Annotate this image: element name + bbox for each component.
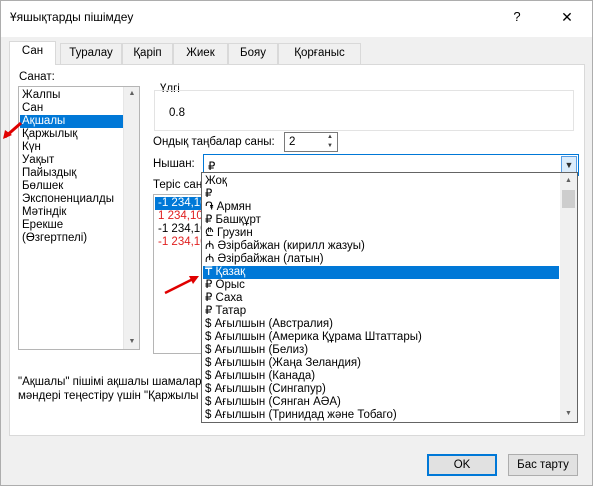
scroll-up-icon[interactable]: ▲ — [560, 173, 577, 189]
description-line: "Ақшалы" пішімі ақшалы шамалар — [18, 376, 202, 388]
red-arrow-icon — [164, 276, 199, 295]
title-bar: Ұяшықтарды пішімдеу ? ✕ — [1, 1, 592, 37]
category-item[interactable]: Сан — [20, 102, 125, 115]
dropdown-option[interactable]: ₽ Саха — [203, 292, 559, 305]
dropdown-option[interactable]: $ Ағылшын (Белиз) — [203, 344, 559, 357]
category-list[interactable]: Жалпы Сан Ақшалы Қаржылық Күн Уақыт Пайы… — [18, 86, 140, 350]
tab-protection[interactable]: Қорғаныс — [278, 43, 361, 64]
dropdown-option[interactable]: $ Ағылшын (Канада) — [203, 370, 559, 383]
close-icon[interactable]: ✕ — [557, 7, 577, 27]
dropdown-option[interactable]: ₼ Әзірбайжан (кирилл жазуы) — [203, 240, 559, 253]
description-line: мәндері теңестіру үшін "Қаржылы — [18, 390, 199, 402]
symbol-label: Нышан: — [153, 158, 195, 170]
category-item[interactable]: Қаржылық — [20, 128, 125, 141]
dropdown-option[interactable]: Жоқ — [203, 175, 559, 188]
dropdown-option[interactable]: ₼ Әзірбайжан (латын) — [203, 253, 559, 266]
negative-format-item-selected[interactable]: -1 234,10 — [155, 197, 207, 210]
scroll-down-icon[interactable]: ▼ — [124, 335, 139, 349]
decimal-places-value[interactable]: 2 — [289, 136, 295, 148]
decimal-places-stepper[interactable]: 2 ▲ ▼ — [284, 132, 338, 152]
increment-icon[interactable]: ▲ — [323, 133, 337, 142]
decrement-icon[interactable]: ▼ — [323, 142, 337, 151]
category-item[interactable]: Мәтіндік — [20, 206, 125, 219]
dropdown-option[interactable]: $ Ағылшын (Сингапур) — [203, 383, 559, 396]
category-item[interactable]: Пайыздық — [20, 167, 125, 180]
dropdown-scrollbar[interactable]: ▲ ▼ — [560, 173, 577, 422]
category-item[interactable]: (Өзгертпелі) — [20, 232, 125, 245]
dropdown-option[interactable]: ֏ Армян — [203, 201, 559, 214]
category-item[interactable]: Уақыт — [20, 154, 125, 167]
window-title: Ұяшықтарды пішімдеу — [10, 10, 134, 24]
format-description: "Ақшалы" пішімі ақшалы шамалар мәндері т… — [18, 375, 202, 403]
dropdown-option[interactable]: ₽ Башқұрт — [203, 214, 559, 227]
dropdown-option-selected[interactable]: ₸ Қазақ — [203, 266, 559, 279]
tab-number[interactable]: Сан — [9, 41, 56, 65]
scrollbar-thumb[interactable] — [562, 190, 575, 208]
dropdown-option[interactable]: ₽ Татар — [203, 305, 559, 318]
category-item[interactable]: Бөлшек — [20, 180, 125, 193]
red-arrow-icon — [3, 121, 22, 139]
category-item[interactable]: Экспоненциалды — [20, 193, 125, 206]
scroll-up-icon[interactable]: ▲ — [124, 87, 139, 101]
category-item[interactable]: Күн — [20, 141, 125, 154]
cancel-button[interactable]: Бас тарту — [508, 454, 578, 476]
dropdown-option[interactable]: $ Ағылшын (Сянган АӘА) — [203, 396, 559, 409]
dropdown-option[interactable]: $ Ағылшын (Жаңа Зеландия) — [203, 357, 559, 370]
category-item[interactable]: Жалпы — [20, 89, 125, 102]
sample-box: 0.8 — [154, 90, 574, 131]
symbol-dropdown-list[interactable]: Жоқ ₽ ֏ Армян ₽ Башқұрт ₾ Грузин ₼ Әзірб… — [201, 172, 578, 423]
decimal-places-label: Ондық таңбалар саны: — [153, 136, 275, 148]
dropdown-option[interactable]: $ Ағылшын (Тринидад және Тобаго) — [203, 409, 559, 422]
category-item[interactable]: Ерекше — [20, 219, 125, 232]
sample-value: 0.8 — [169, 107, 185, 119]
scroll-down-icon[interactable]: ▼ — [560, 406, 577, 422]
help-icon[interactable]: ? — [509, 7, 525, 27]
negative-numbers-label: Теріс сан — [153, 179, 203, 191]
tab-border[interactable]: Жиек — [173, 43, 228, 64]
negative-format-item[interactable]: 1 234,10 — [155, 210, 203, 223]
format-cells-dialog: Ұяшықтарды пішімдеу ? ✕ Сан Туралау Қарі… — [0, 0, 593, 486]
tab-fill[interactable]: Бояу — [228, 43, 278, 64]
ok-button[interactable]: OK — [427, 454, 497, 476]
category-scrollbar[interactable]: ▲ ▼ — [123, 87, 139, 349]
tab-alignment[interactable]: Туралау — [60, 43, 122, 64]
dropdown-option[interactable]: ₽ Орыс — [203, 279, 559, 292]
negative-format-item[interactable]: -1 234,10 — [155, 223, 207, 236]
tab-font[interactable]: Қаріп — [122, 43, 173, 64]
dropdown-option[interactable]: $ Ағылшын (Австралия) — [203, 318, 559, 331]
dropdown-option[interactable]: $ Ағылшын (Америка Құрама Штаттары) — [203, 331, 559, 344]
dropdown-option[interactable]: ₾ Грузин — [203, 227, 559, 240]
category-item-selected[interactable]: Ақшалы — [20, 115, 125, 128]
category-label: Санат: — [19, 71, 55, 83]
symbol-select-value[interactable]: ₽ — [208, 159, 215, 173]
negative-format-item[interactable]: -1 234,10 — [155, 236, 207, 249]
dropdown-option[interactable]: ₽ — [203, 188, 559, 201]
